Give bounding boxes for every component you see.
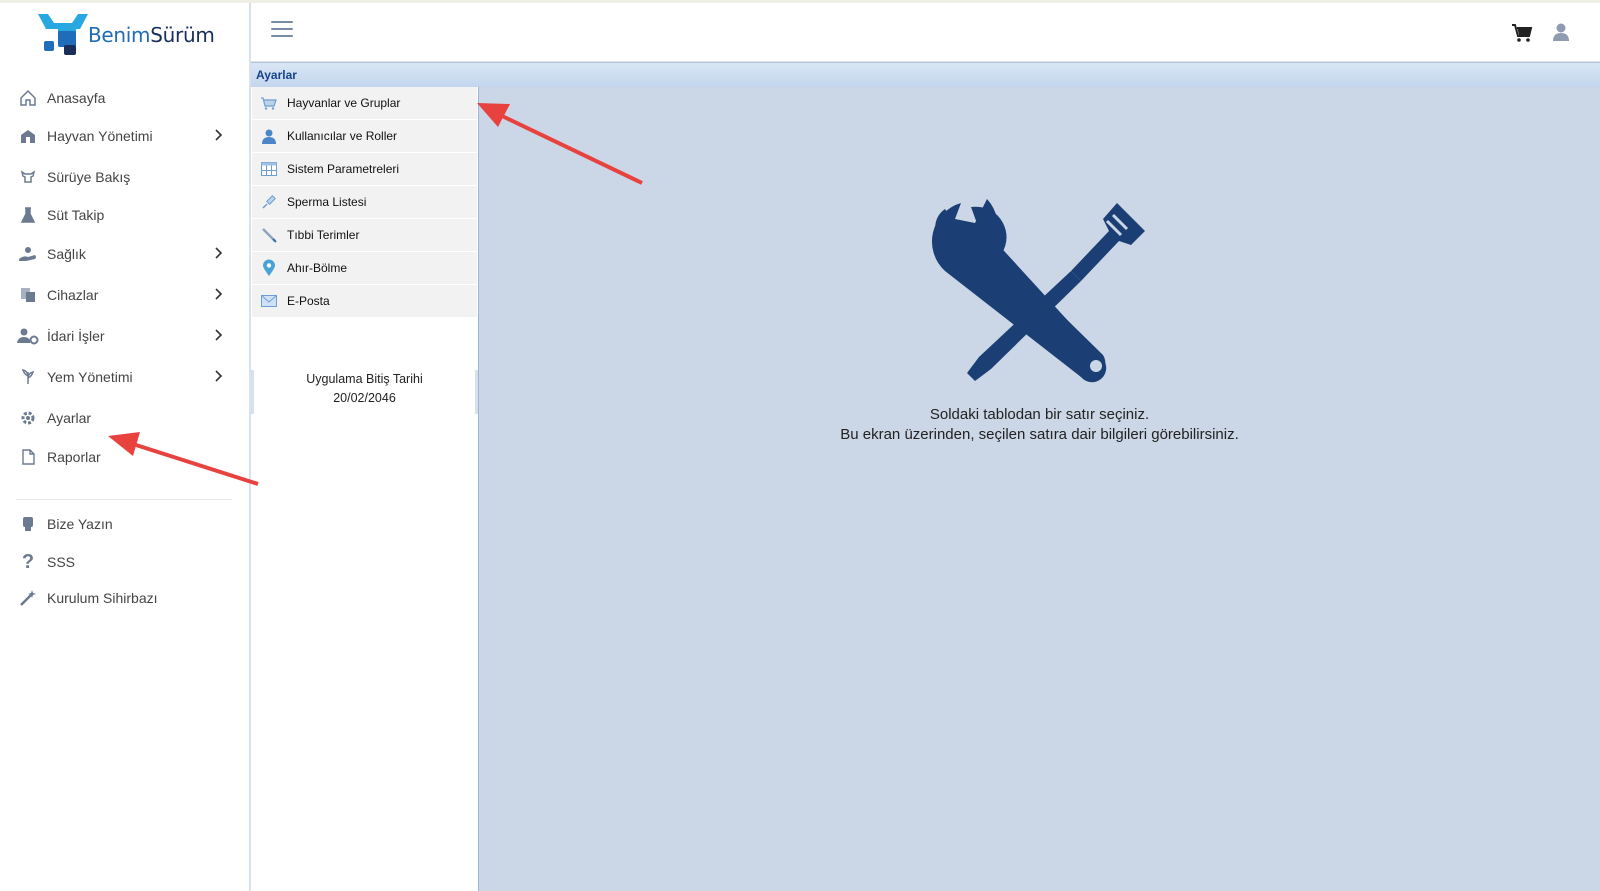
chevron-right-icon xyxy=(215,329,223,341)
syringe-icon xyxy=(260,193,278,211)
sidebar-item-kurulum-sihirbazi[interactable]: Kurulum Sihirbazı xyxy=(0,580,249,616)
hamburger-icon[interactable] xyxy=(271,21,293,41)
sidebar: BenimSürüm Anasayfa Hayvan Yönetimi Sürü… xyxy=(0,3,251,891)
top-header xyxy=(251,3,1600,62)
sidebar-item-cihazlar[interactable]: Cihazlar xyxy=(0,277,249,313)
user-icon[interactable] xyxy=(1551,22,1571,42)
sidebar-item-label: Süt Takip xyxy=(47,207,105,223)
settings-item-kullanicilar-ve-roller[interactable]: Kullanıcılar ve Roller xyxy=(252,120,477,153)
settings-item-hayvanlar-ve-gruplar[interactable]: Hayvanlar ve Gruplar xyxy=(252,87,477,120)
devices-icon xyxy=(17,284,39,306)
settings-panel-title: Ayarlar xyxy=(251,62,1600,88)
empty-state-message: Soldaki tablodan bir satır seçiniz. Bu e… xyxy=(479,405,1600,445)
sidebar-item-sut-takip[interactable]: Süt Takip xyxy=(0,197,249,233)
flask-icon xyxy=(17,204,39,226)
sidebar-item-label: Sağlık xyxy=(47,246,86,262)
sidebar-item-label: Bize Yazın xyxy=(47,516,113,532)
question-icon: ? xyxy=(21,550,35,573)
cart-icon xyxy=(260,94,278,112)
sidebar-item-label: SSS xyxy=(47,554,76,570)
settings-item-label: Hayvanlar ve Gruplar xyxy=(287,96,401,110)
sidebar-item-ayarlar[interactable]: Ayarlar xyxy=(0,400,249,436)
sidebar-item-label: İdari İşler xyxy=(47,328,105,344)
sidebar-item-label: Anasayfa xyxy=(47,90,106,106)
pen-icon xyxy=(260,226,278,244)
sidebar-item-label: Yem Yönetimi xyxy=(47,369,133,385)
settings-list: Hayvanlar ve Gruplar Kullanıcılar ve Rol… xyxy=(251,87,479,891)
sidebar-item-bize-yazin[interactable]: Bize Yazın xyxy=(0,506,249,542)
expiry-date: 20/02/2046 xyxy=(333,391,396,405)
settings-item-label: Sistem Parametreleri xyxy=(287,162,400,176)
settings-item-tibbi-terimler[interactable]: Tıbbi Terimler xyxy=(252,219,477,252)
empty-state-line2: Bu ekran üzerinden, seçilen satıra dair … xyxy=(840,426,1239,443)
home-icon xyxy=(17,87,39,109)
cow-icon xyxy=(17,166,39,188)
sidebar-item-anasayfa[interactable]: Anasayfa xyxy=(0,80,249,116)
feed-icon xyxy=(17,366,39,388)
sidebar-item-label: Cihazlar xyxy=(47,287,99,303)
settings-item-label: Tıbbi Terimler xyxy=(287,228,360,242)
chevron-right-icon xyxy=(215,288,223,300)
sidebar-item-label: Ayarlar xyxy=(47,410,92,426)
logo-mark-icon xyxy=(38,14,88,55)
settings-item-label: E-Posta xyxy=(287,294,330,308)
sidebar-item-suruye-bakis[interactable]: Sürüye Bakış xyxy=(0,159,249,195)
settings-item-sperma-listesi[interactable]: Sperma Listesi xyxy=(252,186,477,219)
empty-state-line1: Soldaki tablodan bir satır seçiniz. xyxy=(929,406,1150,423)
map-pin-icon xyxy=(260,259,278,277)
settings-item-e-posta[interactable]: E-Posta xyxy=(252,285,477,318)
sidebar-item-hayvan-yonetimi[interactable]: Hayvan Yönetimi xyxy=(0,118,249,154)
sidebar-item-label: Raporlar xyxy=(47,449,101,465)
health-icon xyxy=(17,243,39,265)
sidebar-item-raporlar[interactable]: Raporlar xyxy=(0,439,249,475)
sidebar-item-label: Hayvan Yönetimi xyxy=(47,128,153,144)
sidebar-item-saglik[interactable]: Sağlık xyxy=(0,236,249,272)
chevron-right-icon xyxy=(215,129,223,141)
table-icon xyxy=(260,160,278,178)
settings-item-label: Ahır-Bölme xyxy=(287,261,348,275)
sidebar-item-sss[interactable]: ? SSS xyxy=(0,544,249,580)
users-gear-icon xyxy=(17,325,39,347)
sidebar-item-label: Kurulum Sihirbazı xyxy=(47,590,158,606)
brand-logo[interactable]: BenimSürüm xyxy=(38,11,228,59)
contact-icon xyxy=(17,513,39,535)
sidebar-item-yem-yonetimi[interactable]: Yem Yönetimi xyxy=(0,359,249,395)
mail-icon xyxy=(260,292,278,310)
settings-item-ahir-bolme[interactable]: Ahır-Bölme xyxy=(252,252,477,285)
panel-title-text: Ayarlar xyxy=(256,68,297,82)
sidebar-item-idari-isler[interactable]: İdari İşler xyxy=(0,318,249,354)
sidebar-item-label: Sürüye Bakış xyxy=(47,169,131,185)
magic-wand-icon xyxy=(17,587,39,609)
settings-item-label: Sperma Listesi xyxy=(287,195,367,209)
chevron-right-icon xyxy=(215,247,223,259)
cart-icon[interactable] xyxy=(1511,23,1533,43)
settings-detail-pane: Soldaki tablodan bir satır seçiniz. Bu e… xyxy=(479,87,1600,891)
document-icon xyxy=(17,446,39,468)
settings-item-sistem-parametreleri[interactable]: Sistem Parametreleri xyxy=(252,153,477,186)
chevron-right-icon xyxy=(215,370,223,382)
app-expiry-info: Uygulama Bitiş Tarihi 20/02/2046 xyxy=(251,370,478,414)
sidebar-divider xyxy=(16,499,232,500)
user-icon xyxy=(260,127,278,145)
brand-name: BenimSürüm xyxy=(88,23,215,47)
tools-icon xyxy=(931,199,1145,383)
expiry-label: Uygulama Bitiş Tarihi xyxy=(306,372,423,386)
settings-item-label: Kullanıcılar ve Roller xyxy=(287,129,398,143)
barn-icon xyxy=(17,125,39,147)
gear-icon xyxy=(17,407,39,429)
